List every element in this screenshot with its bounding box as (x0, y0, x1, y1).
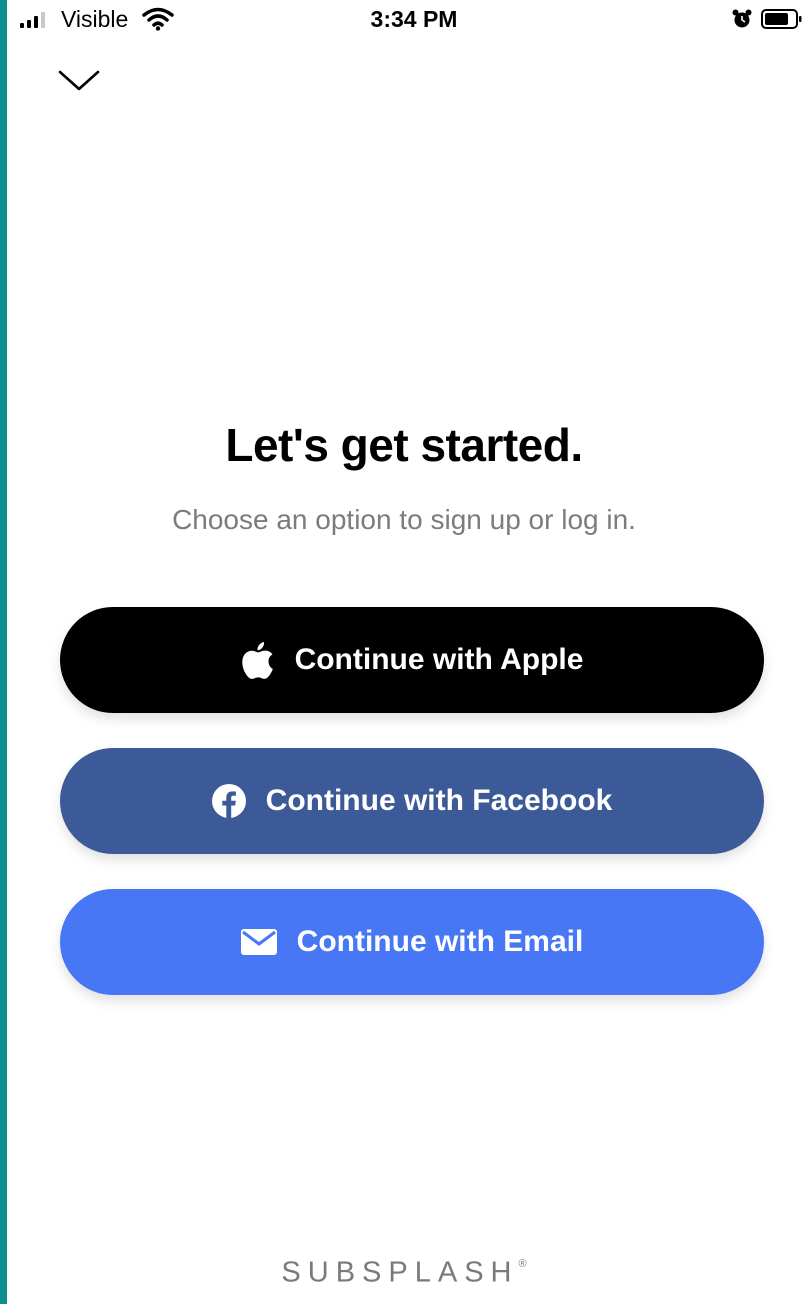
page-subtitle: Choose an option to sign up or log in. (172, 504, 636, 535)
continue-with-email-button[interactable]: Continue with Email (60, 889, 764, 995)
apple-icon (241, 641, 275, 679)
facebook-icon (211, 784, 246, 818)
continue-with-apple-button[interactable]: Continue with Apple (60, 607, 764, 713)
continue-with-facebook-label: Continue with Facebook (265, 784, 613, 817)
page-title: Let's get started. (225, 419, 583, 471)
wifi-icon (142, 7, 174, 31)
status-time: 3:34 PM (370, 6, 458, 32)
chevron-down-icon[interactable] (56, 62, 102, 98)
left-edge-strip (0, 0, 7, 1304)
status-bar: Visible 3:34 PM (0, 0, 808, 40)
continue-with-facebook-button[interactable]: Continue with Facebook (60, 748, 764, 854)
brand-wordmark: SUBSPLASH (281, 1256, 519, 1289)
continue-with-apple-label: Continue with Apple (294, 643, 584, 676)
carrier-label: Visible (61, 6, 129, 32)
alarm-icon (732, 9, 752, 28)
battery-icon (761, 9, 802, 29)
signal-icon (20, 12, 45, 28)
brand-footer: SUBSPLASH® (0, 1248, 808, 1293)
registered-mark: ® (518, 1258, 527, 1270)
envelope-icon (240, 929, 277, 955)
continue-with-email-label: Continue with Email (296, 925, 584, 958)
